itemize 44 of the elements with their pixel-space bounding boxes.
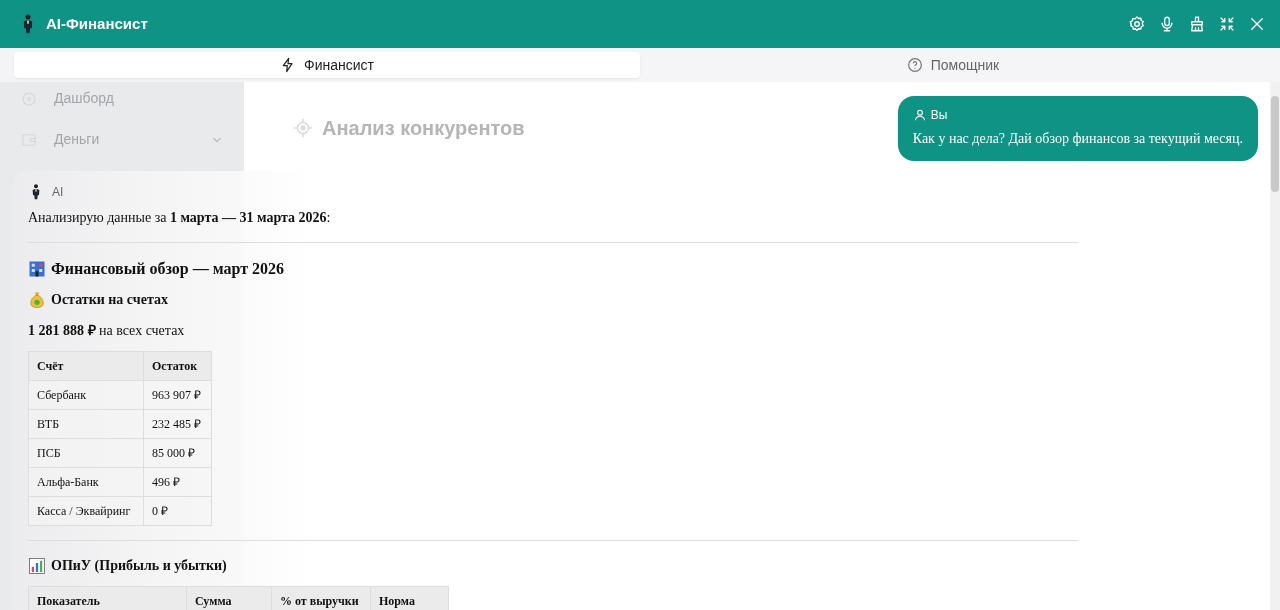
table-cell: 85 000 ₽ [143,438,212,468]
column-header: Сумма [186,586,272,610]
author-name: AI [52,184,64,201]
table-cell: 496 ₽ [143,467,212,497]
column-header: % от выручки [271,586,371,610]
money-bag-icon [28,290,46,309]
lightning-icon [280,57,296,73]
table-cell: ПСБ [28,438,144,468]
column-header: Норма [370,586,449,610]
broom-icon [1188,15,1206,33]
help-icon [906,57,923,73]
author-name: Вы [930,107,948,124]
column-header: Остаток [143,351,212,381]
table-cell: 232 485 ₽ [143,409,212,439]
table-cell: 0 ₽ [143,496,212,526]
table-cell: 963 907 ₽ [143,380,212,410]
table-cell: ВТБ [28,409,144,439]
section-heading: Остатки на счетах [51,291,168,309]
message-text: Анализирую данные за 1 марта — 31 марта 2026: [28,209,332,227]
settings-icon [1128,15,1146,33]
section-heading: ОПиУ (Прибыль и убытки) [51,557,227,575]
message-text: 1 281 888 ₽ на всех счетах [28,322,186,340]
table-cell: Касса / Эквайринг [28,496,144,526]
page-title: Анализ конкурентов [322,116,525,140]
settings-button[interactable] [1128,15,1146,33]
app-title: AI-Финансист [46,13,148,34]
bar-chart-icon [28,556,46,575]
column-header: Показатель [28,586,187,610]
target-icon [292,117,314,139]
column-header: Счёт [28,351,144,381]
close-icon [1248,15,1266,33]
user-icon [912,108,927,122]
collapse-icon [1218,15,1236,33]
message-text: Как у нас дела? Дай обзор финансов за текущий месяц. [912,130,1243,148]
broom-button[interactable] [1188,15,1206,33]
table-cell: Сбербанк [28,380,144,410]
building-icon [28,260,46,278]
tab[interactable]: Финансист [14,52,640,78]
scrollbar[interactable] [1270,82,1280,610]
close-button[interactable] [1248,15,1266,33]
collapse-button[interactable] [1218,15,1236,33]
table-cell: Альфа-Банк [28,467,144,497]
tab[interactable]: Помощник [640,52,1266,78]
section-heading: Финансовый обзор — март 2026 [51,259,285,280]
